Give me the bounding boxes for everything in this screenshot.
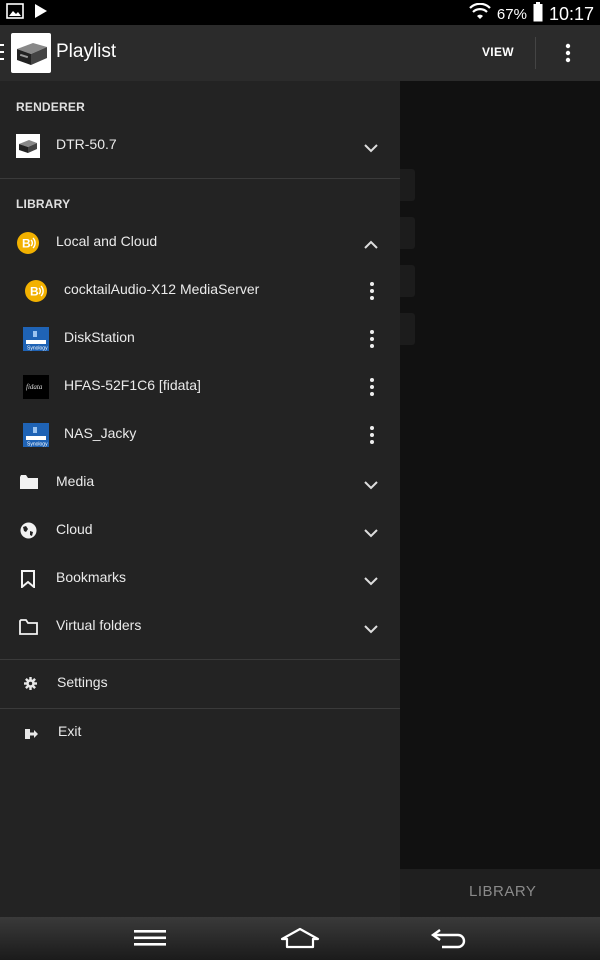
- renderer-device-icon: [16, 134, 40, 163]
- background-item: [400, 169, 415, 201]
- bubbleupnp-icon: B: [25, 280, 47, 307]
- bubbleupnp-icon: B: [17, 232, 39, 259]
- library-tab-label: LIBRARY: [469, 883, 537, 900]
- renderer-selector[interactable]: DTR-50.7: [0, 122, 400, 170]
- background-item: [400, 217, 415, 249]
- navigation-drawer: RENDERER DTR-50.7 LIBRARY B Local and Cl…: [0, 81, 400, 917]
- chevron-down-icon: [364, 621, 378, 634]
- library-virtual-folders-label: Virtual folders: [56, 617, 142, 633]
- library-media[interactable]: Media: [0, 459, 400, 507]
- app-logo[interactable]: [11, 33, 51, 73]
- app-bar: Playlist VIEW: [0, 25, 600, 81]
- background-content: LIBRARY: [400, 81, 600, 917]
- server-item[interactable]: B cocktailAudio-X12 MediaServer: [0, 267, 400, 315]
- library-media-label: Media: [56, 473, 95, 489]
- library-bookmarks[interactable]: Bookmarks: [0, 555, 400, 603]
- globe-icon: [20, 522, 37, 544]
- library-section-header: LIBRARY: [16, 197, 71, 211]
- home-icon[interactable]: [280, 927, 320, 954]
- gallery-notification-icon: [6, 3, 24, 24]
- back-icon[interactable]: [430, 927, 468, 954]
- server-options-icon[interactable]: [367, 425, 377, 445]
- view-button[interactable]: VIEW: [482, 45, 514, 59]
- server-label: NAS_Jacky: [64, 425, 137, 441]
- exit-label: Exit: [58, 723, 82, 739]
- server-label: DiskStation: [64, 329, 135, 345]
- bookmark-icon: [21, 570, 35, 593]
- synology-icon: Synology: [23, 327, 49, 356]
- play-notification-icon: [34, 3, 48, 24]
- fidata-icon: fidata: [23, 375, 49, 404]
- library-virtual-folders[interactable]: Virtual folders: [0, 603, 400, 651]
- settings-label: Settings: [57, 674, 108, 690]
- server-item[interactable]: Synology NAS_Jacky: [0, 411, 400, 459]
- svg-text:Synology: Synology: [27, 346, 48, 352]
- app-bar-divider: [535, 37, 536, 69]
- svg-text:fidata: fidata: [26, 383, 43, 391]
- server-item[interactable]: fidata HFAS-52F1C6 [fidata]: [0, 363, 400, 411]
- server-options-icon[interactable]: [367, 377, 377, 397]
- library-tab[interactable]: LIBRARY: [400, 869, 600, 917]
- svg-text:Synology: Synology: [27, 442, 48, 448]
- library-bookmarks-label: Bookmarks: [56, 569, 127, 585]
- background-item: [400, 265, 415, 297]
- chevron-down-icon: [364, 525, 378, 538]
- wifi-icon: [469, 2, 491, 25]
- server-label: HFAS-52F1C6 [fidata]: [64, 377, 201, 393]
- chevron-down-icon: [364, 477, 378, 490]
- gear-icon: [24, 677, 37, 695]
- section-divider: [0, 178, 400, 179]
- server-options-icon[interactable]: [367, 329, 377, 349]
- battery-percent: 67%: [496, 5, 527, 23]
- folder-filled-icon: [20, 475, 38, 495]
- clock: 10:17: [548, 3, 594, 24]
- folder-outline-icon: [19, 619, 38, 640]
- library-local-and-cloud-label: Local and Cloud: [56, 233, 158, 249]
- system-navigation-bar: [0, 917, 600, 960]
- chevron-down-icon: [364, 140, 378, 153]
- server-item[interactable]: Synology DiskStation: [0, 315, 400, 363]
- background-item: [400, 313, 415, 345]
- chevron-up-icon: [364, 237, 378, 249]
- svg-text:B: B: [22, 237, 31, 251]
- battery-icon: [533, 2, 543, 26]
- library-cloud[interactable]: Cloud: [0, 507, 400, 555]
- settings-item[interactable]: Settings: [0, 660, 400, 708]
- library-local-and-cloud[interactable]: B Local and Cloud: [0, 219, 400, 267]
- status-bar: 67% 10:17: [0, 0, 600, 25]
- library-cloud-label: Cloud: [56, 521, 93, 537]
- synology-icon: Synology: [23, 423, 49, 452]
- renderer-section-header: RENDERER: [16, 100, 85, 114]
- chevron-down-icon: [364, 573, 378, 586]
- menu-icon[interactable]: [0, 44, 6, 62]
- overflow-menu-icon[interactable]: [558, 41, 578, 65]
- server-options-icon[interactable]: [367, 281, 377, 301]
- page-title: Playlist: [56, 41, 117, 62]
- recent-apps-icon[interactable]: [134, 929, 166, 952]
- exit-icon: [25, 727, 38, 745]
- svg-text:B: B: [30, 285, 39, 299]
- server-label: cocktailAudio-X12 MediaServer: [64, 281, 260, 297]
- exit-item[interactable]: Exit: [0, 709, 400, 757]
- renderer-label: DTR-50.7: [56, 136, 117, 152]
